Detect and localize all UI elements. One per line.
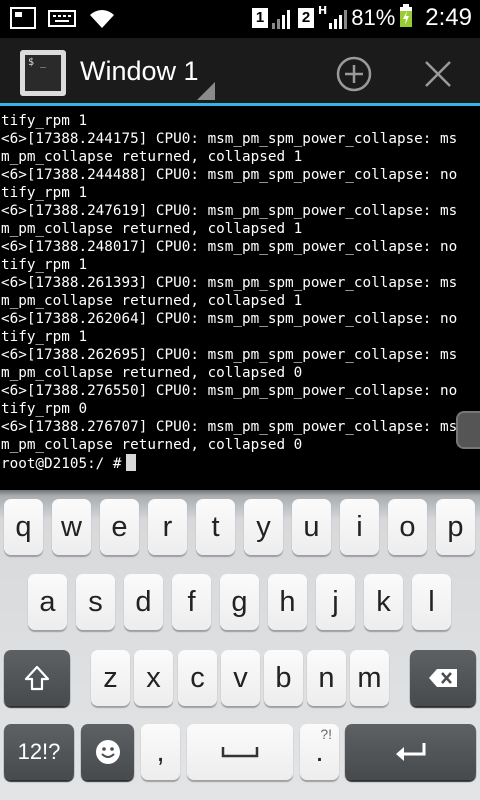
key-p[interactable]: p <box>436 499 475 555</box>
smiley-icon <box>95 740 120 764</box>
wifi-icon <box>88 6 116 34</box>
period-key[interactable]: ?! . <box>300 724 339 780</box>
enter-key[interactable] <box>345 724 476 780</box>
terminal-prompt-line[interactable]: root@D2105:/ # <box>1 454 136 473</box>
terminal-line: tify_rpm 0 <box>1 401 88 417</box>
signal-icon <box>272 7 291 29</box>
emoji-key[interactable] <box>81 724 134 780</box>
terminal-line: tify_rpm 1 <box>1 185 88 201</box>
key-k[interactable]: k <box>364 574 403 630</box>
terminal-app-icon-text: $ _ <box>25 55 61 91</box>
space-key[interactable] <box>187 724 293 780</box>
key-o[interactable]: o <box>388 499 427 555</box>
clock: 2:49 <box>425 4 472 31</box>
key-e[interactable]: e <box>100 499 139 555</box>
key-b[interactable]: b <box>264 650 303 706</box>
space-bar-icon <box>221 747 259 758</box>
text-cursor <box>125 454 136 471</box>
terminal-app-icon[interactable]: $ _ <box>20 50 66 96</box>
period-alt-label: ?! <box>320 726 332 742</box>
signal-icon-2 <box>329 7 348 29</box>
key-u[interactable]: u <box>292 499 331 555</box>
terminal-line: <6>[17388.261393] CPU0: msm_pm_spm_power… <box>1 275 458 291</box>
key-w[interactable]: w <box>52 499 91 555</box>
window-title[interactable]: Window 1 <box>80 56 199 87</box>
terminal-line: tify_rpm 1 <box>1 113 88 129</box>
key-s[interactable]: s <box>76 574 115 630</box>
key-n[interactable]: n <box>307 650 346 706</box>
key-t[interactable]: t <box>196 499 235 555</box>
battery-percent: 81% <box>351 5 396 30</box>
key-j[interactable]: j <box>316 574 355 630</box>
shift-arrow-icon <box>24 665 50 691</box>
terminal-line: <6>[17388.244488] CPU0: msm_pm_spm_power… <box>1 167 458 183</box>
key-v[interactable]: v <box>221 650 260 706</box>
comma-key[interactable]: , <box>141 724 180 780</box>
dropdown-triangle-icon[interactable] <box>197 82 215 100</box>
key-a[interactable]: a <box>28 574 67 630</box>
backspace-key[interactable] <box>410 650 476 706</box>
key-f[interactable]: f <box>172 574 211 630</box>
terminal-line: tify_rpm 1 <box>1 329 88 345</box>
battery-charging-icon <box>399 4 413 32</box>
terminal-line: <6>[17388.248017] CPU0: msm_pm_spm_power… <box>1 239 458 255</box>
key-z[interactable]: z <box>91 650 130 706</box>
terminal-line: m_pm_collapse returned, collapsed 0 <box>1 365 303 381</box>
terminal-line: m_pm_collapse returned, collapsed 0 <box>1 437 303 453</box>
terminal-line: <6>[17388.244175] CPU0: msm_pm_spm_power… <box>1 131 458 147</box>
terminal-output[interactable]: tify_rpm 1 <6>[17388.244175] CPU0: msm_p… <box>0 109 480 490</box>
key-m[interactable]: m <box>350 650 389 706</box>
key-c[interactable]: c <box>178 650 217 706</box>
action-bar: $ _ Window 1 <box>0 38 480 106</box>
action-bar-accent-line <box>0 103 480 106</box>
close-window-button[interactable] <box>418 54 458 94</box>
terminal-prompt: root@D2105:/ # <box>1 456 122 472</box>
sim2-badge: 2 <box>298 8 315 28</box>
terminal-line: <6>[17388.262064] CPU0: msm_pm_spm_power… <box>1 311 458 327</box>
keyboard-icon <box>48 8 76 32</box>
status-bar: 1 2 H 81% 2:49 <box>0 0 480 38</box>
screenshot-icon <box>10 7 36 33</box>
key-q[interactable]: q <box>4 499 43 555</box>
backspace-icon <box>429 669 457 687</box>
terminal-line: m_pm_collapse returned, collapsed 1 <box>1 149 303 165</box>
key-r[interactable]: r <box>148 499 187 555</box>
key-d[interactable]: d <box>124 574 163 630</box>
shift-key[interactable] <box>4 650 70 706</box>
key-y[interactable]: y <box>244 499 283 555</box>
terminal-line: tify_rpm 1 <box>1 257 88 273</box>
terminal-line: m_pm_collapse returned, collapsed 1 <box>1 293 303 309</box>
key-g[interactable]: g <box>220 574 259 630</box>
sim1-badge: 1 <box>252 8 269 28</box>
add-window-button[interactable] <box>334 54 374 94</box>
terminal-line: <6>[17388.262695] CPU0: msm_pm_spm_power… <box>1 347 458 363</box>
symbols-key[interactable]: 12!? <box>4 724 74 780</box>
key-x[interactable]: x <box>134 650 173 706</box>
terminal-line: <6>[17388.247619] CPU0: msm_pm_spm_power… <box>1 203 458 219</box>
network-type: H <box>318 3 328 17</box>
key-h[interactable]: h <box>268 574 307 630</box>
key-i[interactable]: i <box>340 499 379 555</box>
enter-arrow-icon <box>395 743 425 761</box>
terminal-line: <6>[17388.276707] CPU0: msm_pm_spm_power… <box>1 419 458 435</box>
key-l[interactable]: l <box>412 574 451 630</box>
soft-keyboard: q w e r t y u i o p a s d f g h j k l z … <box>0 490 480 800</box>
terminal-line: m_pm_collapse returned, collapsed 1 <box>1 221 303 237</box>
terminal-line: <6>[17388.276550] CPU0: msm_pm_spm_power… <box>1 383 458 399</box>
scroll-handle[interactable] <box>456 411 480 449</box>
